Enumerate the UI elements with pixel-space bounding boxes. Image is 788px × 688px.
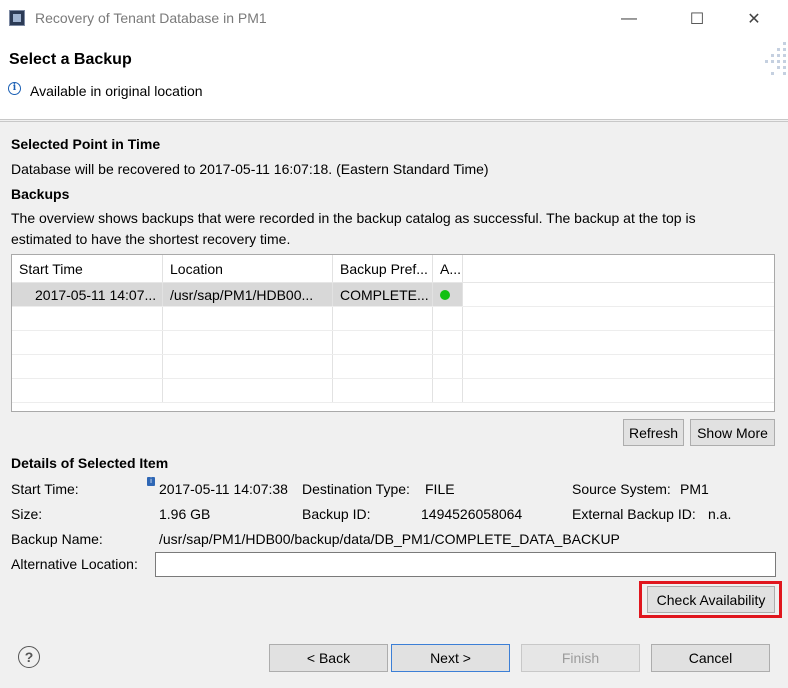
finish-button[interactable]: Finish [521, 644, 640, 672]
help-icon[interactable]: ? [18, 646, 40, 668]
next-button[interactable]: Next > [391, 644, 510, 672]
maximize-button[interactable]: ☐ [674, 0, 720, 38]
point-in-time-heading: Selected Point in Time [11, 136, 161, 152]
info-small-icon: i [147, 477, 155, 486]
banner-message: Available in original location [30, 83, 203, 99]
external-backup-id-label: External Backup ID: [572, 506, 696, 522]
backup-name-label: Backup Name: [11, 531, 103, 547]
alternative-location-input[interactable] [155, 552, 776, 577]
cancel-button[interactable]: Cancel [651, 644, 770, 672]
empty-row [12, 355, 774, 379]
source-system-label: Source System: [572, 481, 671, 497]
banner-decoration [758, 38, 788, 120]
table-row[interactable]: 2017-05-11 14:07... /usr/sap/PM1/HDB00..… [12, 283, 774, 307]
backup-id-label: Backup ID: [302, 506, 371, 522]
minimize-button[interactable]: — [606, 0, 652, 38]
start-time-value: 2017-05-11 14:07:38 [159, 481, 288, 497]
page-title: Select a Backup [9, 51, 132, 68]
show-more-button[interactable]: Show More [690, 419, 775, 446]
column-header-backup-prefix[interactable]: Backup Pref... [333, 255, 433, 282]
window-title: Recovery of Tenant Database in PM1 [35, 10, 267, 26]
backup-name-value: /usr/sap/PM1/HDB00/backup/data/DB_PM1/CO… [159, 531, 620, 547]
backup-id-value: 1494526058064 [421, 506, 523, 522]
back-button[interactable]: < Back [269, 644, 388, 672]
backups-heading: Backups [11, 186, 70, 202]
alternative-location-label: Alternative Location: [11, 556, 138, 572]
empty-row [12, 379, 774, 403]
column-header-availability[interactable]: A... [433, 255, 463, 282]
table-header: Start Time Location Backup Pref... A... [12, 255, 774, 283]
info-icon: i [8, 82, 21, 95]
destination-type-label: Destination Type: [302, 481, 410, 497]
destination-type-value: FILE [425, 481, 455, 497]
available-status-icon [440, 289, 450, 300]
cell-start-time: 2017-05-11 14:07... [12, 283, 163, 306]
size-label: Size: [11, 506, 43, 522]
size-value: 1.96 GB [159, 506, 211, 522]
refresh-button[interactable]: Refresh [623, 419, 684, 446]
wizard-banner: Select a Backup i Available in original … [0, 38, 788, 120]
point-in-time-text: Database will be recovered to 2017-05-11… [11, 161, 489, 177]
cell-availability [433, 283, 463, 306]
details-heading: Details of Selected Item [11, 455, 169, 471]
app-icon [9, 10, 25, 26]
column-header-location[interactable]: Location [163, 255, 333, 282]
backups-description-line1: The overview shows backups that were rec… [11, 210, 696, 226]
empty-row [12, 331, 774, 355]
close-button[interactable]: ✕ [731, 0, 777, 38]
start-time-label: Start Time: [11, 481, 79, 497]
cell-backup-prefix: COMPLETE... [333, 283, 433, 306]
backups-table[interactable]: Start Time Location Backup Pref... A... … [11, 254, 775, 412]
column-header-start-time[interactable]: Start Time [12, 255, 163, 282]
cell-location: /usr/sap/PM1/HDB00... [163, 283, 333, 306]
source-system-value: PM1 [680, 481, 709, 497]
check-availability-button[interactable]: Check Availability [647, 586, 775, 613]
title-bar: Recovery of Tenant Database in PM1 — ☐ ✕ [0, 0, 788, 38]
backups-description-line2: estimated to have the shortest recovery … [11, 231, 291, 247]
empty-row [12, 307, 774, 331]
external-backup-id-value: n.a. [708, 506, 732, 522]
